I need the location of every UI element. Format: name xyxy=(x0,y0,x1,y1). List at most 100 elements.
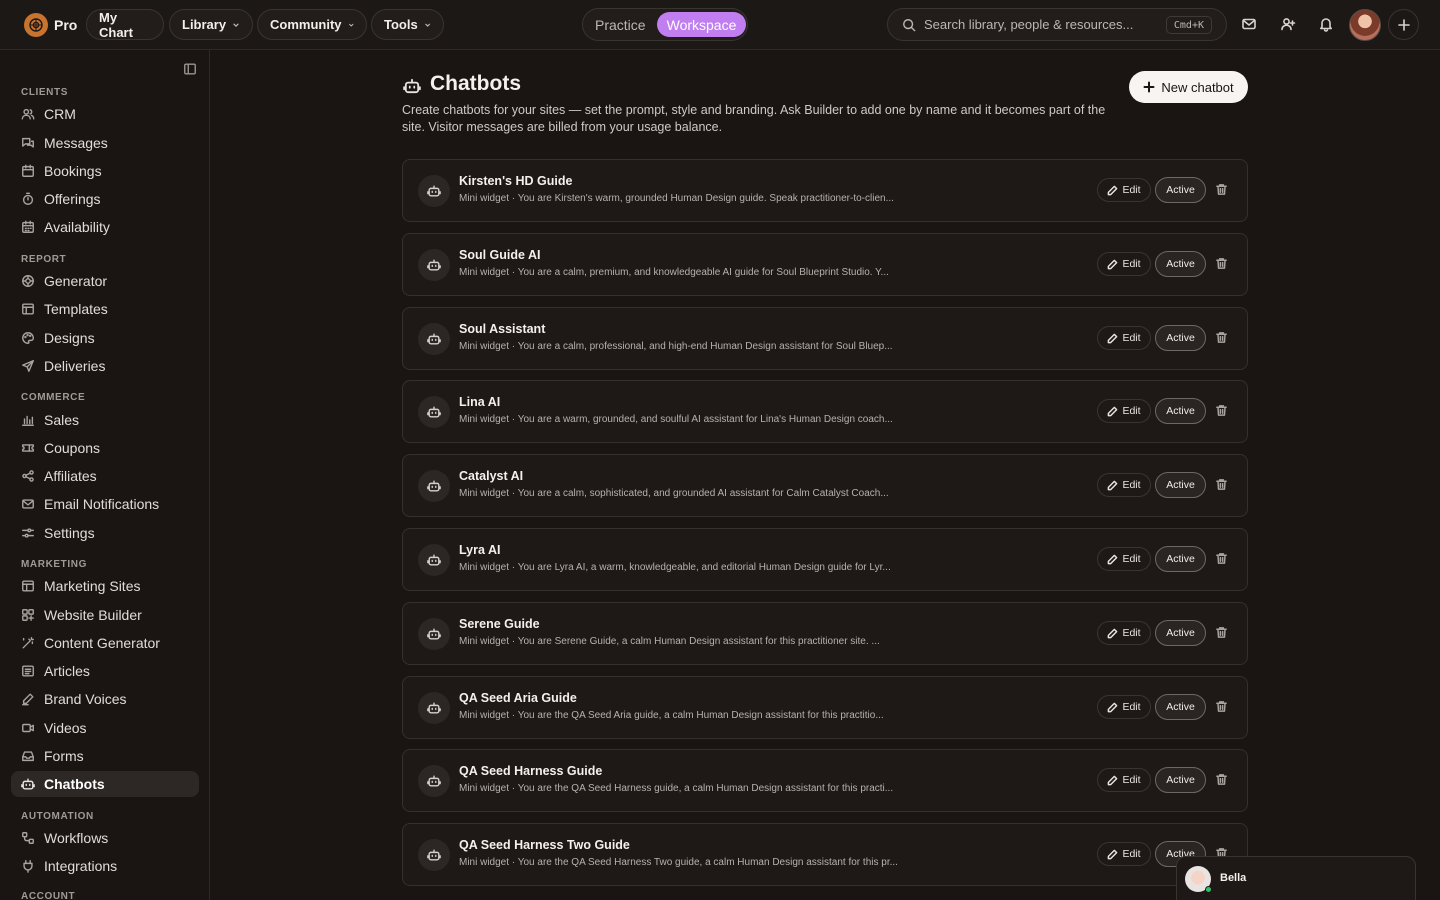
sidebar-item-coupons[interactable]: Coupons xyxy=(11,435,199,461)
chatbot-card[interactable]: Lyra AI Mini widget · You are Lyra AI, a… xyxy=(402,528,1248,591)
collapse-sidebar-button[interactable] xyxy=(183,62,197,76)
new-chatbot-button[interactable]: New chatbot xyxy=(1129,71,1248,103)
sidebar-item-website-builder[interactable]: Website Builder xyxy=(11,602,199,628)
delete-chatbot-button[interactable] xyxy=(1215,552,1228,565)
status-badge[interactable]: Active xyxy=(1155,177,1206,203)
delete-chatbot-button[interactable] xyxy=(1215,478,1228,491)
add-person-button[interactable] xyxy=(1280,16,1296,32)
sidebar-item-chatbots[interactable]: Chatbots xyxy=(11,771,199,797)
sidebar-item-integrations[interactable]: Integrations xyxy=(11,853,199,879)
sidebar-item-sales[interactable]: Sales xyxy=(11,407,199,433)
delete-chatbot-button[interactable] xyxy=(1215,626,1228,639)
delete-chatbot-button[interactable] xyxy=(1215,700,1228,713)
sidebar-item-settings[interactable]: Settings xyxy=(11,520,199,546)
plus-icon xyxy=(1143,81,1155,93)
sidebar-item-label: CRM xyxy=(44,106,76,122)
chatbot-card[interactable]: Kirsten's HD Guide Mini widget · You are… xyxy=(402,159,1248,222)
sidebar-item-workflows[interactable]: Workflows xyxy=(11,825,199,851)
sidebar-item-deliveries[interactable]: Deliveries xyxy=(11,353,199,379)
delete-chatbot-button[interactable] xyxy=(1215,404,1228,417)
sidebar-item-label: Videos xyxy=(44,720,87,736)
edit-chatbot-button[interactable]: Edit xyxy=(1097,473,1151,497)
nav-tools[interactable]: Tools xyxy=(371,9,444,40)
chatbot-card[interactable]: QA Seed Aria Guide Mini widget · You are… xyxy=(402,676,1248,739)
nav-label: Community xyxy=(270,17,342,32)
chatbot-card[interactable]: QA Seed Harness Two Guide Mini widget · … xyxy=(402,823,1248,886)
status-badge[interactable]: Active xyxy=(1155,546,1206,572)
nav-my-chart[interactable]: My Chart xyxy=(86,9,164,40)
sidebar-item-brand-voices[interactable]: Brand Voices xyxy=(11,686,199,712)
status-badge[interactable]: Active xyxy=(1155,325,1206,351)
sidebar: CLIENTS CRM Messages Bookings Offerings … xyxy=(0,50,210,900)
chatbot-avatar xyxy=(418,692,450,724)
sidebar-item-email-notifications[interactable]: Email Notifications xyxy=(11,491,199,517)
status-badge[interactable]: Active xyxy=(1155,694,1206,720)
chat-widget[interactable]: Bella xyxy=(1176,856,1416,900)
page-title: Chatbots xyxy=(430,72,521,95)
send-icon xyxy=(22,360,34,372)
sidebar-item-affiliates[interactable]: Affiliates xyxy=(11,463,199,489)
sidebar-item-label: Availability xyxy=(44,219,110,235)
mode-workspace-tab[interactable]: Workspace xyxy=(657,12,746,37)
create-button[interactable] xyxy=(1388,9,1419,40)
sidebar-item-bookings[interactable]: Bookings xyxy=(11,158,199,184)
chatbot-card[interactable]: Serene Guide Mini widget · You are Seren… xyxy=(402,602,1248,665)
notifications-button[interactable] xyxy=(1318,16,1334,32)
sidebar-item-generator[interactable]: Generator xyxy=(11,268,199,294)
chatbot-card[interactable]: Lina AI Mini widget · You are a warm, gr… xyxy=(402,380,1248,443)
delete-chatbot-button[interactable] xyxy=(1215,183,1228,196)
trash-icon xyxy=(1216,184,1227,195)
nav-community[interactable]: Community xyxy=(257,9,367,40)
sidebar-item-templates[interactable]: Templates xyxy=(11,296,199,322)
mail-button[interactable] xyxy=(1241,16,1257,32)
sidebar-item-content-generator[interactable]: Content Generator xyxy=(11,630,199,656)
search-input[interactable] xyxy=(924,17,1154,32)
sidebar-item-designs[interactable]: Designs xyxy=(11,325,199,351)
edit-chatbot-button[interactable]: Edit xyxy=(1097,621,1151,645)
sidebar-item-label: Coupons xyxy=(44,440,101,456)
mode-practice-tab[interactable]: Practice xyxy=(595,17,646,33)
palette-icon xyxy=(22,332,34,344)
edit-chatbot-button[interactable]: Edit xyxy=(1097,326,1151,350)
chatbot-name: Lina AI xyxy=(459,395,501,409)
edit-chatbot-button[interactable]: Edit xyxy=(1097,399,1151,423)
status-badge[interactable]: Active xyxy=(1155,472,1206,498)
edit-chatbot-button[interactable]: Edit xyxy=(1097,178,1151,202)
edit-chatbot-button[interactable]: Edit xyxy=(1097,252,1151,276)
status-badge[interactable]: Active xyxy=(1155,398,1206,424)
edit-label: Edit xyxy=(1122,479,1141,491)
sidebar-item-availability[interactable]: Availability xyxy=(11,214,199,240)
delete-chatbot-button[interactable] xyxy=(1215,773,1228,786)
page-description: Create chatbots for your sites — set the… xyxy=(402,103,1106,134)
edit-chatbot-button[interactable]: Edit xyxy=(1097,768,1151,792)
sidebar-item-marketing-sites[interactable]: Marketing Sites xyxy=(11,573,199,599)
sidebar-item-offerings[interactable]: Offerings xyxy=(11,186,199,212)
chatbot-card[interactable]: Catalyst AI Mini widget · You are a calm… xyxy=(402,454,1248,517)
edit-chatbot-button[interactable]: Edit xyxy=(1097,695,1151,719)
sidebar-item-videos[interactable]: Videos xyxy=(11,715,199,741)
mail-icon xyxy=(1242,18,1256,30)
chatbot-card[interactable]: Soul Assistant Mini widget · You are a c… xyxy=(402,307,1248,370)
delete-chatbot-button[interactable] xyxy=(1215,257,1228,270)
inbox-icon xyxy=(22,751,34,762)
user-avatar[interactable] xyxy=(1349,9,1381,41)
nav-library[interactable]: Library xyxy=(169,9,253,40)
chatbot-name: Kirsten's HD Guide xyxy=(459,174,573,188)
edit-chatbot-button[interactable]: Edit xyxy=(1097,547,1151,571)
edit-chatbot-button[interactable]: Edit xyxy=(1097,842,1151,866)
brand[interactable]: Pro xyxy=(24,13,77,37)
sidebar-item-crm[interactable]: CRM xyxy=(11,101,199,127)
trash-icon xyxy=(1216,774,1227,785)
chatbot-card[interactable]: Soul Guide AI Mini widget · You are a ca… xyxy=(402,233,1248,296)
status-badge[interactable]: Active xyxy=(1155,620,1206,646)
status-badge[interactable]: Active xyxy=(1155,767,1206,793)
sidebar-item-messages[interactable]: Messages xyxy=(11,130,199,156)
chatbot-description: Mini widget · You are the QA Seed Harnes… xyxy=(459,783,894,794)
sidebar-item-label: Offerings xyxy=(44,191,101,207)
section-title-clients: CLIENTS xyxy=(21,87,68,98)
status-badge[interactable]: Active xyxy=(1155,251,1206,277)
sidebar-item-articles[interactable]: Articles xyxy=(11,658,199,684)
delete-chatbot-button[interactable] xyxy=(1215,331,1228,344)
sidebar-item-forms[interactable]: Forms xyxy=(11,743,199,769)
chatbot-card[interactable]: QA Seed Harness Guide Mini widget · You … xyxy=(402,749,1248,812)
